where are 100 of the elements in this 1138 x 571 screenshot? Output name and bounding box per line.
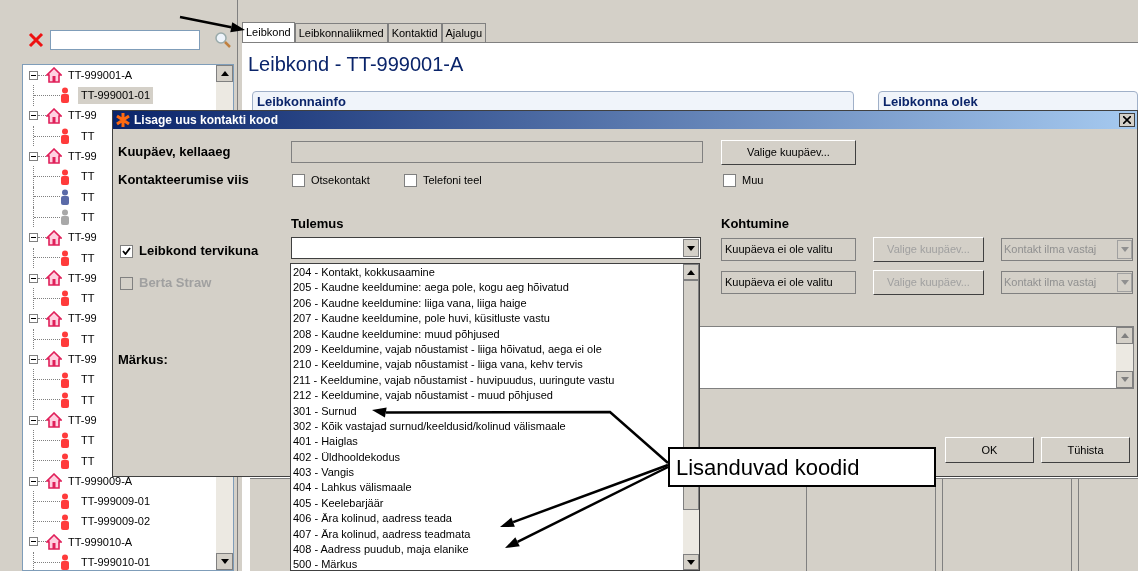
tree-item[interactable]: TT-99 — [67, 310, 98, 327]
tree-item[interactable]: TT — [78, 452, 98, 470]
tree-item[interactable]: TT-99 — [67, 148, 98, 165]
caret-down-icon — [687, 245, 695, 251]
dropdown-option[interactable]: 402 - Üldhooldekodus — [293, 449, 401, 466]
tree-item[interactable]: TT-999009-A — [67, 472, 134, 490]
checkbox[interactable] — [120, 244, 133, 258]
dialog-button[interactable]: OK — [945, 437, 1034, 463]
dropdown-option[interactable]: 208 - Kaudne keeldumine: muud põhjused — [293, 326, 500, 342]
tree-item[interactable]: TT — [78, 391, 98, 409]
collapse-icon[interactable] — [29, 354, 38, 364]
dropdown-arrow-button[interactable] — [683, 239, 699, 257]
checkbox-label: Otsekontakt — [311, 172, 370, 188]
collapse-icon[interactable] — [29, 70, 38, 80]
caret-up-icon — [687, 269, 695, 275]
tree-item[interactable]: TT — [78, 208, 98, 226]
house-icon — [46, 412, 62, 429]
collapse-icon[interactable] — [29, 415, 38, 425]
tree-item[interactable]: TT-999001-A — [67, 66, 134, 84]
house-icon — [46, 107, 62, 124]
house-icon — [46, 270, 62, 287]
tab[interactable]: Kontaktid — [387, 23, 442, 43]
tree-item[interactable]: TT — [78, 249, 98, 267]
tab[interactable]: Leibkonnaliikmed — [294, 23, 388, 43]
checkbox-label: Leibkond tervikuna — [139, 242, 259, 261]
tree-item[interactable]: TT-999001-01 — [78, 87, 154, 104]
tree-item[interactable]: TT — [78, 330, 98, 348]
annotation-callout: Lisanduvad koodid — [668, 447, 936, 487]
choose-date-button[interactable]: Valige kuupäev... — [721, 139, 856, 165]
tree-item[interactable]: TT — [78, 371, 98, 388]
dropdown-option[interactable]: 404 - Lahkus välismaale — [293, 480, 412, 496]
dropdown-option[interactable]: 210 - Keeldumine, vajab nõustamist - liiga vana, kehv tervis — [293, 357, 583, 373]
house-icon — [46, 351, 62, 368]
result-dropdown[interactable] — [291, 237, 701, 259]
search-field[interactable] — [50, 30, 200, 50]
scroll-down-button[interactable] — [216, 553, 233, 570]
scroll-up-button[interactable] — [216, 65, 233, 82]
caret-down-icon — [1120, 247, 1129, 252]
collapse-icon[interactable] — [29, 111, 38, 121]
tree-item[interactable]: TT — [78, 168, 98, 185]
house-icon — [46, 473, 62, 490]
tree-item[interactable]: TT-99 — [67, 269, 98, 287]
close-button[interactable] — [1119, 113, 1135, 127]
collapse-icon[interactable] — [29, 273, 38, 283]
collapse-icon[interactable] — [29, 537, 38, 547]
caret-down-icon — [687, 559, 695, 565]
dropdown-option[interactable]: 301 - Surnud — [293, 403, 357, 419]
tab[interactable]: Ajalugu — [441, 23, 487, 43]
dropdown-option[interactable]: 207 - Kaudne keeldumine, pole huvi, küsitluste vastu — [293, 311, 550, 327]
house-icon — [46, 148, 62, 165]
dropdown-option[interactable]: 405 - Keelebarjäär — [293, 495, 384, 512]
collapse-icon[interactable] — [29, 151, 38, 161]
tree-item[interactable]: TT-99 — [67, 351, 98, 368]
tree-item[interactable]: TT — [78, 290, 98, 307]
house-icon — [46, 229, 62, 246]
checkbox[interactable] — [292, 173, 305, 187]
tree-item[interactable]: TT-999009-02 — [78, 513, 154, 530]
dropdown-option[interactable]: 403 - Vangis — [293, 465, 354, 481]
checkbox[interactable] — [723, 173, 736, 187]
tree-item[interactable]: TT-99 — [67, 107, 98, 124]
dropdown-option[interactable]: 401 - Haiglas — [293, 434, 358, 450]
dropdown-option[interactable]: 204 - Kontakt, kokkusaamine — [293, 265, 435, 281]
collapse-icon[interactable] — [29, 233, 38, 242]
section-heading: Kohtumine — [721, 214, 789, 233]
tree-item[interactable]: TT — [78, 188, 98, 206]
dropdown-option[interactable]: 500 - Märkus — [293, 557, 358, 571]
dropdown-option[interactable]: 211 - Keeldumine, vajab nõustamist - huvipuudus, uuringute vastu — [293, 372, 615, 389]
group-header: Leibkonnainfo — [252, 91, 854, 113]
tree-item[interactable]: TT-99 — [67, 229, 98, 246]
dropdown-option[interactable]: 212 - Keeldumine, vajab nõustamist - muud põhjused — [293, 388, 553, 404]
dropdown-option[interactable]: 302 - Kõik vastajad surnud/keeldusid/kolinud välismaale — [293, 418, 566, 435]
dropdown-option[interactable]: 209 - Keeldumine, vajab nõustamist - liiga hõivatud, aega ei ole — [293, 341, 602, 358]
caret-down-icon — [1120, 377, 1129, 382]
checkmark-icon — [122, 247, 131, 255]
checkbox-label: Telefoni teel — [423, 172, 482, 188]
field-label: Märkus: — [118, 351, 169, 369]
scroll-down-button[interactable] — [683, 554, 699, 570]
field-label: Kontakteerumise viis — [118, 171, 250, 190]
search-icon[interactable] — [214, 31, 232, 49]
collapse-icon[interactable] — [29, 476, 38, 486]
dropdown-option[interactable]: 408 - Aadress puudub, maja elanike — [293, 542, 469, 558]
tree-item[interactable]: TT — [78, 127, 98, 145]
dropdown-option[interactable]: 406 - Ära kolinud, aadress teada — [293, 511, 452, 527]
clear-icon[interactable] — [28, 32, 44, 48]
tree-item[interactable]: TT-999010-01 — [78, 554, 154, 570]
tree-item[interactable]: TT-999009-01 — [78, 493, 154, 510]
page-title: Leibkond - TT-999001-A — [247, 52, 465, 77]
dropdown-option[interactable]: 206 - Kaudne keeldumine: liiga vana, liiga haige — [293, 295, 527, 312]
dropdown-option[interactable]: 407 - Ära kolinud, aadress teadmata — [293, 526, 471, 543]
collapse-icon[interactable] — [29, 314, 38, 324]
tree-item[interactable]: TT-99 — [67, 411, 98, 429]
dialog-button[interactable]: Tühista — [1041, 437, 1130, 463]
scroll-up-button[interactable] — [683, 264, 699, 280]
house-icon — [46, 67, 62, 84]
tree-item[interactable]: TT — [78, 432, 98, 449]
tab[interactable]: Leibkond — [242, 22, 295, 42]
dropdown-option[interactable]: 205 - Kaudne keeldumine: aega pole, kogu aeg hõivatud — [293, 280, 569, 296]
checkbox[interactable] — [404, 173, 417, 187]
caret-down-icon — [1120, 280, 1129, 285]
tree-item[interactable]: TT-999010-A — [67, 533, 134, 551]
